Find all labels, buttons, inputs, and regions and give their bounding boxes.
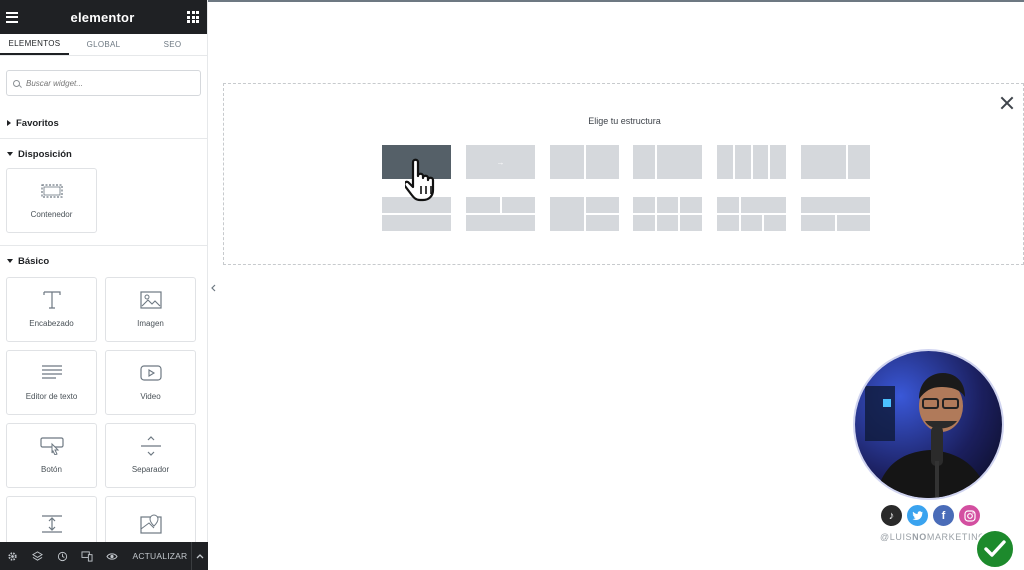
widget-label: Separador bbox=[131, 465, 170, 474]
tiktok-icon: ♪ bbox=[880, 504, 903, 527]
category-basico[interactable]: Básico bbox=[0, 250, 207, 272]
collapse-panel-icon[interactable] bbox=[208, 278, 218, 298]
preset-top2-bottom3[interactable] bbox=[717, 197, 786, 231]
social-handle: @LUISNOMARKETING bbox=[880, 532, 986, 542]
widget-boton[interactable]: Botón bbox=[6, 423, 97, 488]
structure-picker: Elige tu estructura → bbox=[223, 83, 1024, 265]
category-label: Disposición bbox=[18, 148, 72, 160]
caret-down-icon bbox=[7, 152, 13, 156]
close-icon[interactable] bbox=[1000, 96, 1014, 110]
preset-grid-3x2[interactable] bbox=[633, 197, 702, 231]
webcam-overlay bbox=[853, 349, 1004, 500]
history-icon[interactable] bbox=[50, 542, 75, 570]
widget-video[interactable]: Video bbox=[105, 350, 196, 415]
update-button[interactable]: ACTUALIZAR bbox=[128, 542, 191, 570]
preset-2-cols[interactable] bbox=[550, 145, 619, 179]
category-label: Básico bbox=[18, 255, 50, 267]
canvas-top-border bbox=[208, 0, 1024, 2]
divider-icon bbox=[140, 436, 162, 456]
basic-widgets: Encabezado Imagen Editor de texto Video bbox=[0, 277, 207, 561]
elementor-logo: elementor bbox=[70, 9, 135, 25]
preset-1-2-cols[interactable] bbox=[633, 145, 702, 179]
widget-label: Editor de texto bbox=[25, 392, 78, 401]
widget-label: Encabezado bbox=[29, 319, 74, 328]
map-icon bbox=[139, 513, 162, 534]
widgets-panel: elementor ELEMENTOS GLOBAL SEO Favoritos… bbox=[0, 0, 208, 570]
preset-top1-bottom2[interactable] bbox=[801, 197, 870, 231]
checkmark-icon bbox=[975, 529, 1015, 569]
widget-editor-texto[interactable]: Editor de texto bbox=[6, 350, 97, 415]
widget-label: Video bbox=[140, 392, 161, 401]
editor-app: elementor ELEMENTOS GLOBAL SEO Favoritos… bbox=[0, 0, 1024, 570]
button-icon bbox=[39, 437, 64, 455]
caret-down-icon bbox=[7, 259, 13, 263]
container-icon bbox=[40, 182, 63, 200]
widget-encabezado[interactable]: Encabezado bbox=[6, 277, 97, 342]
instagram-icon bbox=[958, 504, 981, 527]
search-input[interactable] bbox=[26, 78, 176, 88]
category-label: Favoritos bbox=[16, 117, 59, 129]
widget-imagen[interactable]: Imagen bbox=[105, 277, 196, 342]
settings-icon[interactable] bbox=[0, 542, 25, 570]
twitter-icon bbox=[906, 504, 929, 527]
social-icons: ♪ f bbox=[880, 504, 981, 527]
preview-eye-icon[interactable] bbox=[100, 542, 125, 570]
chevron-up-icon[interactable] bbox=[191, 542, 208, 570]
category-disposicion[interactable]: Disposición bbox=[0, 143, 207, 165]
apps-grid-icon[interactable] bbox=[187, 11, 199, 23]
widget-separador[interactable]: Separador bbox=[105, 423, 196, 488]
caret-right-icon bbox=[7, 120, 11, 126]
handle-bold: NO bbox=[912, 532, 927, 542]
category-favoritos[interactable]: Favoritos bbox=[0, 112, 207, 134]
preset-left1-right2[interactable] bbox=[550, 197, 619, 231]
widget-contenedor[interactable]: Contenedor bbox=[6, 168, 97, 233]
handle-prefix: @LUIS bbox=[880, 532, 913, 542]
video-icon bbox=[139, 364, 162, 382]
preset-2-rows[interactable] bbox=[382, 197, 451, 231]
responsive-icon[interactable] bbox=[75, 542, 100, 570]
image-icon bbox=[139, 291, 162, 309]
tab-global[interactable]: GLOBAL bbox=[69, 34, 138, 55]
widget-label: Botón bbox=[41, 465, 62, 474]
spacer-icon bbox=[41, 514, 63, 533]
hand-cursor-icon bbox=[405, 158, 435, 202]
arrow-right-icon: → bbox=[496, 157, 505, 167]
structure-title: Elige tu estructura bbox=[588, 116, 661, 126]
panel-header: elementor bbox=[0, 0, 207, 34]
tab-elementos[interactable]: ELEMENTOS bbox=[0, 34, 69, 55]
search-icon bbox=[13, 79, 20, 87]
widget-label: Contenedor bbox=[30, 210, 73, 219]
navigator-icon[interactable] bbox=[25, 542, 50, 570]
tab-seo[interactable]: SEO bbox=[138, 34, 207, 55]
text-editor-icon bbox=[41, 364, 63, 382]
preset-flex-row[interactable]: → bbox=[466, 145, 535, 179]
preset-2-1-cols[interactable] bbox=[801, 145, 870, 179]
panel-tabs: ELEMENTOS GLOBAL SEO bbox=[0, 34, 207, 56]
menu-icon[interactable] bbox=[6, 11, 18, 23]
widget-label: Imagen bbox=[137, 319, 164, 328]
widget-search bbox=[6, 70, 201, 96]
preset-4-cols[interactable] bbox=[717, 145, 786, 179]
layout-widgets: Contenedor bbox=[0, 168, 207, 233]
heading-icon bbox=[42, 291, 62, 309]
facebook-icon: f bbox=[932, 504, 955, 527]
panel-footer: ACTUALIZAR bbox=[0, 542, 208, 570]
preset-top2-bottom1[interactable] bbox=[466, 197, 535, 231]
